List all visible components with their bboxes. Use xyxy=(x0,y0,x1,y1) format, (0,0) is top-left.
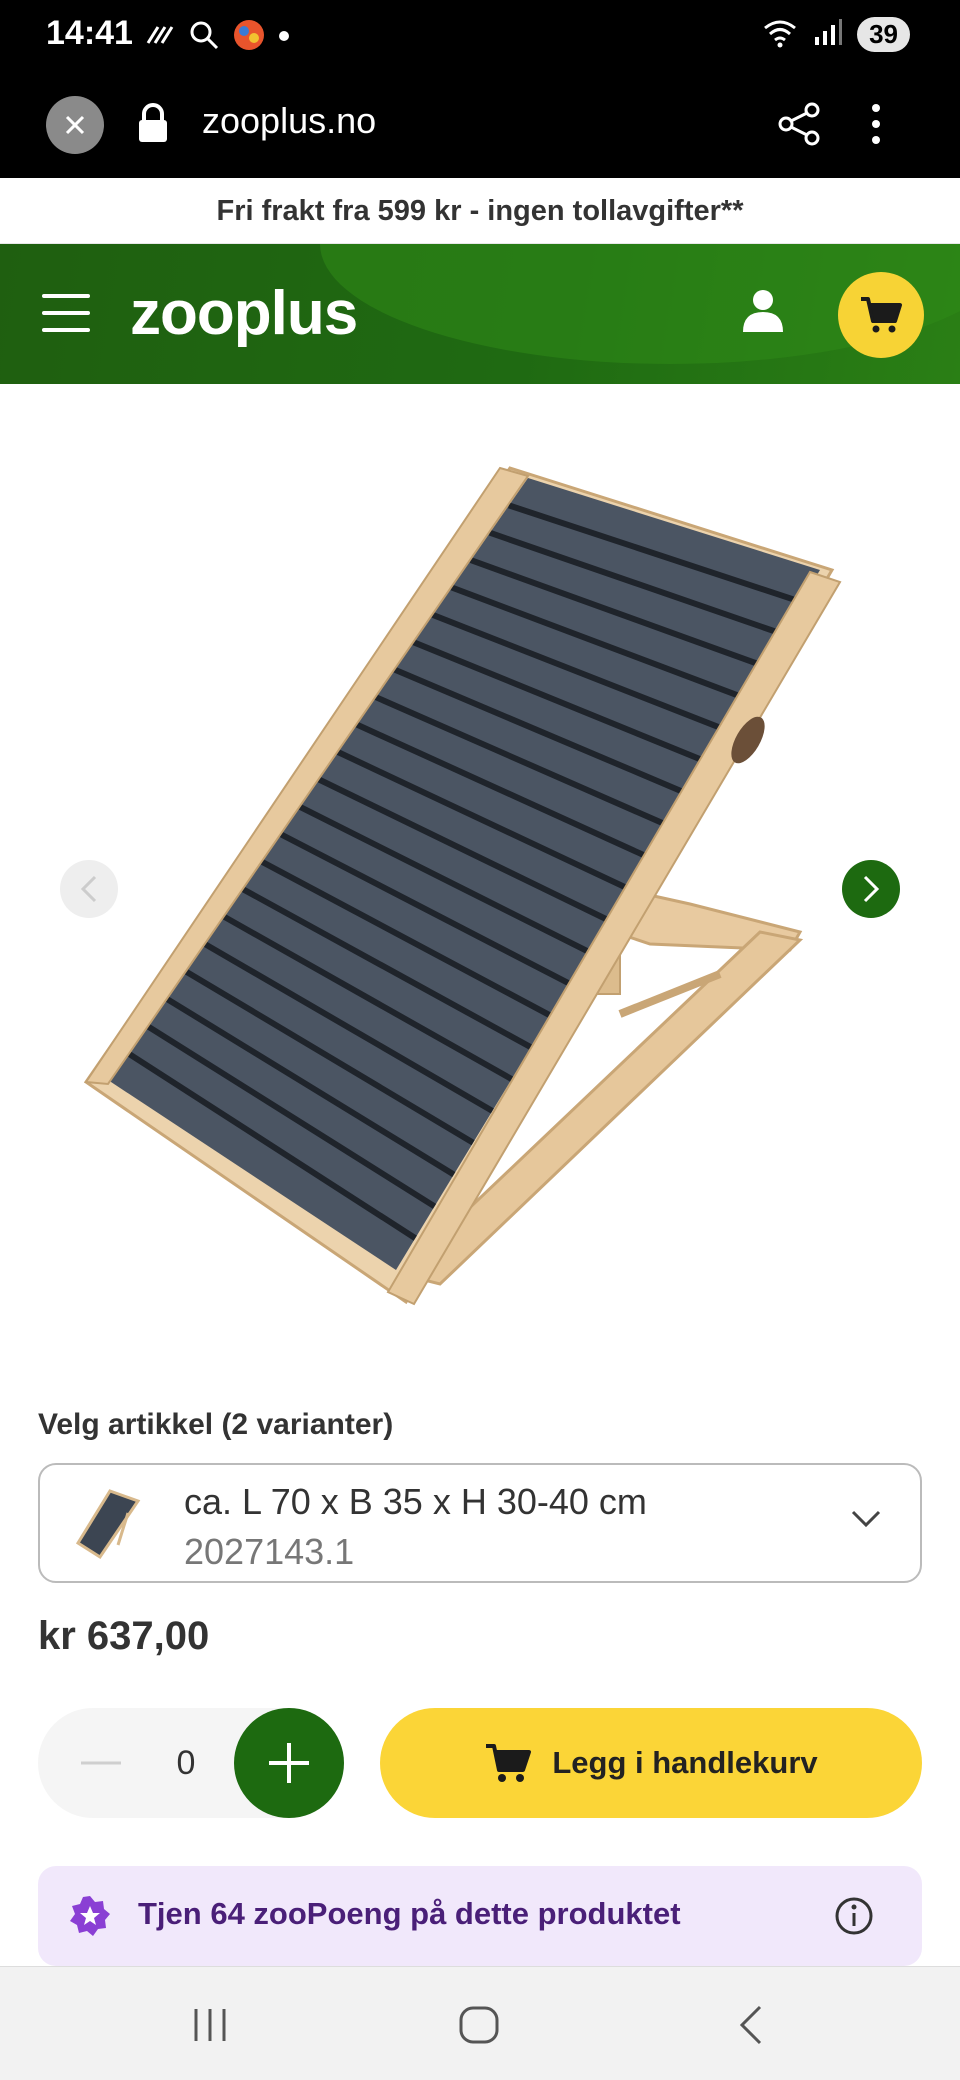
cart-icon xyxy=(486,1744,532,1782)
back-icon[interactable] xyxy=(736,2005,764,2050)
variant-label: Velg artikkel (2 varianter) xyxy=(38,1408,394,1441)
next-image-button[interactable] xyxy=(842,860,900,918)
clock: 14:41 xyxy=(46,14,133,52)
notification-icons xyxy=(146,18,290,57)
more-options-icon[interactable] xyxy=(870,102,882,151)
decrease-quantity-button[interactable] xyxy=(56,1718,146,1808)
browser-url-bar: zooplus.no xyxy=(0,72,960,178)
variant-dropdown[interactable]: ca. L 70 x B 35 x H 30-40 cm 2027143.1 xyxy=(38,1463,922,1583)
add-to-cart-button[interactable]: Legg i handlekurv xyxy=(380,1708,922,1818)
url-text[interactable]: zooplus.no xyxy=(202,100,376,142)
site-header: zooplus xyxy=(0,244,960,384)
previous-image-button[interactable] xyxy=(60,860,118,918)
chevron-down-icon xyxy=(850,1509,882,1534)
search-icon xyxy=(188,19,220,56)
quantity-input[interactable]: 0 xyxy=(148,1708,224,1818)
close-tab-button[interactable] xyxy=(46,96,104,154)
plus-icon xyxy=(269,1743,309,1783)
chevron-right-icon xyxy=(863,875,880,903)
chevron-left-icon xyxy=(80,875,97,903)
quantity-stepper: 0 xyxy=(38,1708,344,1818)
app-icon xyxy=(232,18,266,57)
home-icon[interactable] xyxy=(458,2005,500,2050)
increase-quantity-button[interactable] xyxy=(234,1708,344,1818)
wifi-icon xyxy=(761,16,799,53)
status-bar: 14:41 39 xyxy=(0,0,960,72)
product-image-gallery[interactable] xyxy=(0,384,960,1344)
product-price: kr 637,00 xyxy=(38,1614,210,1658)
points-badge-icon xyxy=(68,1894,112,1943)
add-to-cart-label: Legg i handlekurv xyxy=(552,1745,818,1780)
variant-thumbnail xyxy=(74,1485,144,1566)
variant-article-number: 2027143.1 xyxy=(184,1531,355,1572)
share-icon[interactable] xyxy=(778,102,822,151)
close-icon xyxy=(65,115,85,135)
battery-indicator: 39 xyxy=(857,17,910,52)
info-icon[interactable] xyxy=(834,1896,874,1941)
data-icon xyxy=(146,23,176,52)
recent-apps-icon[interactable] xyxy=(190,2007,230,2048)
dot-icon xyxy=(278,29,290,47)
points-text: Tjen 64 zooPoeng på dette produktet xyxy=(138,1896,681,1931)
lock-icon xyxy=(136,102,170,151)
zoopoints-banner: Tjen 64 zooPoeng på dette produktet xyxy=(38,1866,922,1966)
cart-button[interactable] xyxy=(838,272,924,358)
variant-size-text: ca. L 70 x B 35 x H 30-40 cm xyxy=(184,1481,647,1522)
product-image xyxy=(83,466,842,1306)
shipping-promo-banner[interactable]: Fri frakt fra 599 kr - ingen tollavgifte… xyxy=(0,178,960,244)
cart-icon xyxy=(861,297,902,333)
minus-icon xyxy=(81,1761,121,1765)
signal-icon xyxy=(813,17,843,52)
system-navigation-bar xyxy=(0,1966,960,2080)
menu-icon[interactable] xyxy=(42,294,90,334)
account-icon[interactable] xyxy=(738,286,788,341)
zooplus-logo[interactable]: zooplus xyxy=(130,278,358,349)
